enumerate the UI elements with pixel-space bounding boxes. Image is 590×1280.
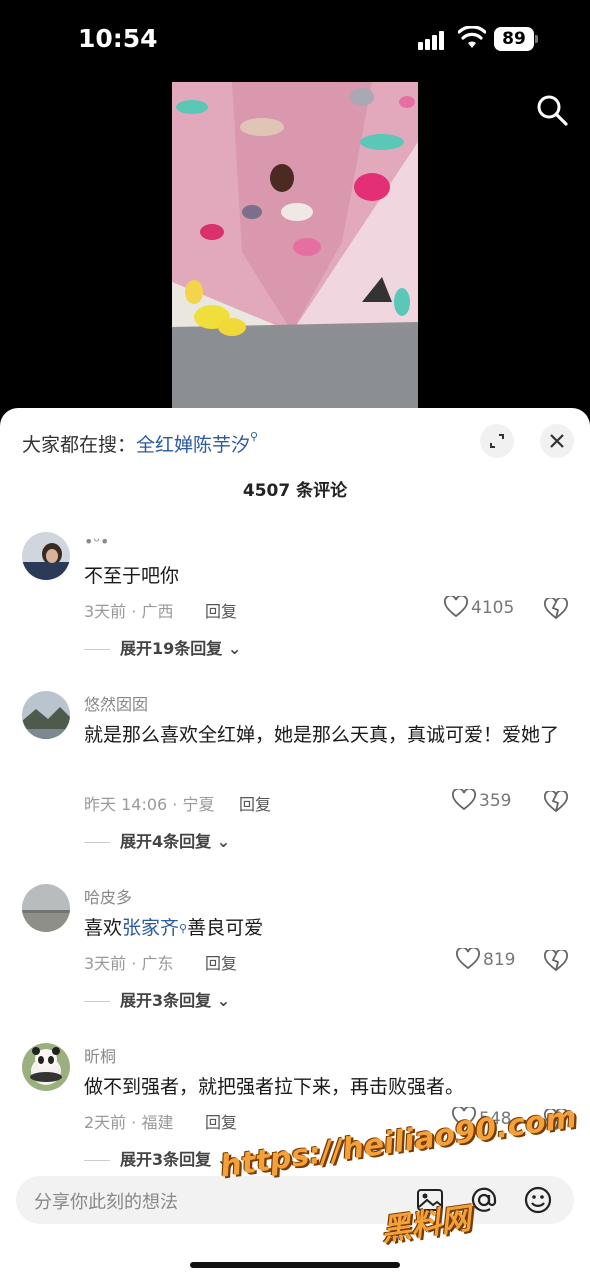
chevron-down-icon: ⌄ (216, 832, 231, 851)
comment-text-pre: 喜欢 (84, 917, 123, 939)
chevron-down-icon: ⌄ (216, 991, 231, 1010)
avatar[interactable] (22, 1043, 70, 1091)
broken-heart-icon[interactable] (544, 598, 568, 620)
avatar[interactable] (22, 532, 70, 580)
avatar[interactable] (22, 691, 70, 739)
comment-text-post: 善良可爱 (187, 917, 264, 939)
comment-username[interactable]: •ᵕ• (84, 532, 110, 551)
video-thumbnail[interactable] (172, 82, 418, 412)
battery-indicator: 89 (494, 27, 534, 51)
comment-text[interactable]: 喜欢张家齐⚲善良可爱 (84, 912, 564, 945)
comment-input[interactable]: 分享你此刻的想法 (16, 1176, 574, 1224)
comment-username[interactable]: 哈皮多 (84, 884, 132, 908)
search-suggestion-term[interactable]: 全红婵陈芋汐 (136, 434, 250, 456)
like-count: 4105 (471, 598, 515, 618)
expand-icon (490, 434, 504, 448)
expand-replies-label: 展开4条回复 (120, 832, 212, 851)
like-count: 359 (479, 791, 512, 811)
comment-meta: 3天前 · 广西 (84, 602, 174, 621)
search-suggestion[interactable]: 大家都在搜：全红婵陈芋汐⚲ (22, 430, 258, 457)
reply-button[interactable]: 回复 (239, 791, 271, 815)
search-suggestion-prefix: 大家都在搜： (22, 434, 137, 456)
status-time: 10:54 (78, 24, 158, 53)
search-mini-icon: ⚲ (250, 430, 259, 443)
close-button[interactable] (540, 424, 574, 458)
expand-button[interactable] (480, 424, 514, 458)
comment-text[interactable]: 不至于吧你 (84, 560, 564, 593)
reply-button[interactable]: 回复 (205, 598, 237, 622)
like-button[interactable]: 4105 (444, 594, 515, 618)
expand-replies[interactable]: 展开19条回复 ⌄ (84, 635, 241, 659)
reply-button[interactable]: 回复 (205, 1109, 237, 1133)
heart-icon (452, 787, 476, 811)
expand-replies-label: 展开3条回复 (120, 991, 212, 1010)
comment-meta: 昨天 14:06 · 宁夏 (84, 795, 215, 814)
emoji-icon[interactable] (522, 1184, 554, 1216)
reply-button[interactable]: 回复 (205, 950, 237, 974)
chevron-down-icon: ⌄ (227, 639, 242, 658)
like-button[interactable]: 819 (456, 946, 516, 970)
status-bar: 10:54 89 (0, 0, 590, 80)
comment-text[interactable]: 就是那么喜欢全红婵，她是那么天真，真诚可爱！爱她了 (84, 719, 564, 752)
home-indicator (190, 1262, 400, 1268)
close-icon (550, 434, 564, 448)
at-icon[interactable] (468, 1184, 500, 1216)
expand-replies[interactable]: 展开3条回复 ⌄ (84, 987, 230, 1011)
heart-icon (444, 594, 468, 618)
avatar[interactable] (22, 884, 70, 932)
heart-icon (456, 946, 480, 970)
battery-tip (535, 35, 538, 43)
expand-replies-label: 展开3条回复 (120, 1150, 212, 1169)
expand-replies[interactable]: 展开3条回复 ⌄ (84, 1146, 230, 1170)
like-count: 819 (483, 950, 516, 970)
wifi-icon (458, 26, 486, 48)
expand-replies-label: 展开19条回复 (120, 639, 223, 658)
comment-text[interactable]: 做不到强者，就把强者拉下来，再击败强者。 (84, 1071, 564, 1104)
expand-replies[interactable]: 展开4条回复 ⌄ (84, 828, 230, 852)
comment-meta: 2天前 · 福建 (84, 1113, 174, 1132)
signal-icon (418, 30, 450, 50)
like-button[interactable]: 359 (452, 787, 512, 811)
comment-meta: 3天前 · 广东 (84, 954, 174, 973)
search-mini-icon: ⚲ (179, 922, 188, 935)
broken-heart-icon[interactable] (544, 791, 568, 813)
comment-count: 4507 条评论 (242, 481, 348, 501)
video-frame-image (172, 82, 418, 412)
search-icon[interactable] (534, 92, 570, 128)
comment-username[interactable]: 悠然囡囡 (84, 691, 148, 715)
comment-username[interactable]: 昕桐 (84, 1043, 116, 1067)
comment-search-link[interactable]: 张家齐 (122, 917, 179, 939)
comment-input-placeholder: 分享你此刻的想法 (34, 1192, 178, 1213)
broken-heart-icon[interactable] (544, 950, 568, 972)
